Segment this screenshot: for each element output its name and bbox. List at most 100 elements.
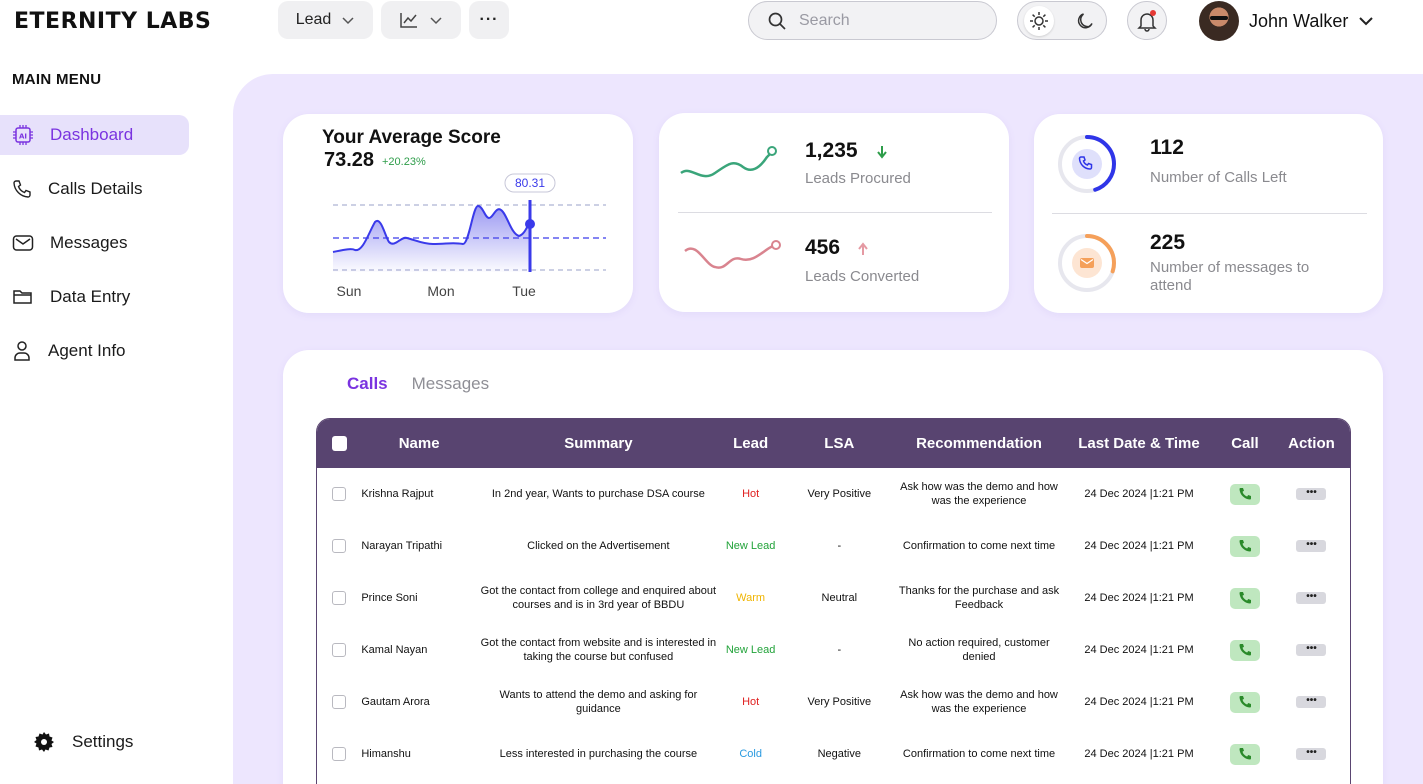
select-all-cell [317, 436, 361, 451]
folder-icon [13, 290, 32, 304]
chevron-down-icon [1359, 17, 1374, 26]
more-options-button[interactable]: ··· [469, 1, 509, 39]
dark-mode-button[interactable] [1070, 6, 1100, 36]
leads-converted-sparkline [684, 240, 781, 269]
header-date[interactable]: Last Date & Time [1061, 436, 1217, 451]
user-menu[interactable]: John Walker [1199, 1, 1374, 41]
notifications-button[interactable] [1127, 1, 1167, 40]
call-button[interactable] [1229, 587, 1260, 609]
cell-lsa: Negative [817, 748, 861, 760]
chevron-down-icon [430, 17, 442, 25]
row-checkbox[interactable] [332, 539, 347, 553]
moon-icon [1077, 12, 1093, 28]
call-button[interactable] [1229, 691, 1260, 713]
header-name[interactable]: Name [361, 436, 477, 451]
cell-call [1217, 743, 1273, 765]
card-divider [1052, 213, 1367, 214]
header-lsa[interactable]: LSA [781, 436, 897, 451]
row-checkbox-cell [317, 591, 361, 605]
row-actions-button[interactable]: ••• [1296, 643, 1327, 656]
header-call[interactable]: Call [1217, 436, 1273, 451]
row-actions-button[interactable]: ••• [1296, 591, 1327, 604]
gear-icon [34, 732, 54, 752]
cell-action: ••• [1273, 747, 1350, 760]
brand-logo: ETERNITY LABS [14, 9, 212, 34]
lead-dropdown[interactable]: Lead [278, 1, 373, 39]
phone-icon [13, 180, 31, 198]
phone-icon [1239, 540, 1251, 552]
cell-call [1217, 483, 1273, 505]
sidebar-item-label: Calls Details [48, 179, 143, 198]
sidebar-nav: AI Dashboard Calls Details Messages Data… [0, 115, 189, 385]
leads-procured-label: Leads Procured [805, 170, 911, 187]
phone-icon [1239, 748, 1251, 760]
chart-type-dropdown[interactable] [381, 1, 461, 39]
sidebar-item-calls-details[interactable]: Calls Details [0, 169, 189, 209]
header-recommendation[interactable]: Recommendation [897, 436, 1061, 451]
svg-text:AI: AI [19, 133, 27, 141]
call-button[interactable] [1229, 483, 1260, 505]
light-mode-button[interactable] [1024, 5, 1054, 36]
row-checkbox[interactable] [332, 591, 347, 605]
sidebar-item-messages[interactable]: Messages [0, 223, 189, 263]
messages-progress-ring [1058, 234, 1116, 292]
cell-name: Narayan Tripathi [361, 540, 443, 552]
x-tick-label: Tue [512, 283, 536, 299]
sidebar-item-dashboard[interactable]: AI Dashboard [0, 115, 189, 155]
cell-name: Himanshu [361, 748, 411, 760]
sidebar-item-label: Dashboard [50, 125, 134, 144]
cell-recommendation: Ask how was the demo and how was the exp… [900, 481, 1058, 507]
cell-lead: New Lead [725, 644, 776, 656]
row-actions-button[interactable]: ••• [1296, 487, 1327, 500]
row-actions-button[interactable]: ••• [1296, 539, 1327, 552]
tab-calls[interactable]: Calls [347, 374, 388, 394]
theme-toggle[interactable] [1017, 1, 1107, 40]
row-checkbox-cell [317, 487, 361, 501]
cell-call [1217, 691, 1273, 713]
settings-button[interactable]: Settings [34, 722, 133, 762]
settings-label: Settings [72, 732, 134, 751]
score-cursor-point[interactable] [525, 219, 535, 229]
table-row: Kamal Nayan Got the contact from website… [317, 624, 1350, 676]
cell-lsa: Very Positive [807, 488, 872, 500]
cell-name: Gautam Arora [361, 696, 430, 708]
row-actions-button[interactable]: ••• [1296, 695, 1327, 708]
table-row: Himanshu Less interested in purchasing t… [317, 728, 1350, 780]
user-icon [14, 341, 30, 361]
table-row: Prince Soni Got the contact from college… [317, 572, 1350, 624]
lead-dropdown-label: Lead [295, 11, 332, 28]
search-input[interactable] [799, 11, 979, 30]
row-checkbox[interactable] [332, 695, 347, 709]
call-button[interactable] [1229, 535, 1260, 557]
table-row: Gautam Arora Wants to attend the demo an… [317, 676, 1350, 728]
leads-converted-label: Leads Converted [805, 268, 920, 285]
select-all-checkbox[interactable] [331, 436, 347, 451]
leads-card: 1,235 Leads Procured 456 Leads Converted [659, 113, 1009, 312]
table-row: Krishna Rajput In 2nd year, Wants to pur… [317, 468, 1350, 520]
score-chart: 80.31 Sun Mon Tue [332, 173, 606, 299]
sidebar-item-data-entry[interactable]: Data Entry [0, 277, 189, 317]
row-checkbox-cell [317, 747, 361, 761]
average-score-card: Your Average Score 73.28 +20.23% 80.31 S… [283, 114, 633, 313]
call-button[interactable] [1229, 639, 1260, 661]
row-actions-button[interactable]: ••• [1296, 747, 1327, 760]
line-chart-icon [400, 13, 417, 28]
row-checkbox[interactable] [332, 643, 347, 657]
cell-date: 24 Dec 2024 |1:21 PM [1084, 540, 1194, 552]
sidebar-item-agent-info[interactable]: Agent Info [0, 331, 189, 371]
row-checkbox[interactable] [332, 487, 347, 501]
header-lead[interactable]: Lead [720, 436, 782, 451]
calls-table: Name Summary Lead LSA Recommendation Las… [316, 418, 1351, 784]
row-checkbox-cell [317, 539, 361, 553]
sidebar-item-label: Data Entry [50, 287, 131, 306]
search-bar[interactable] [748, 1, 997, 40]
calls-progress-ring [1058, 135, 1116, 193]
cell-summary: Got the contact from website and is inte… [480, 637, 717, 663]
cell-summary: In 2nd year, Wants to purchase DSA cours… [491, 488, 705, 500]
row-checkbox[interactable] [332, 747, 347, 761]
arrow-down-icon [877, 146, 887, 159]
tab-messages[interactable]: Messages [412, 374, 489, 394]
call-button[interactable] [1229, 743, 1260, 765]
header-action[interactable]: Action [1273, 436, 1350, 451]
header-summary[interactable]: Summary [477, 436, 720, 451]
